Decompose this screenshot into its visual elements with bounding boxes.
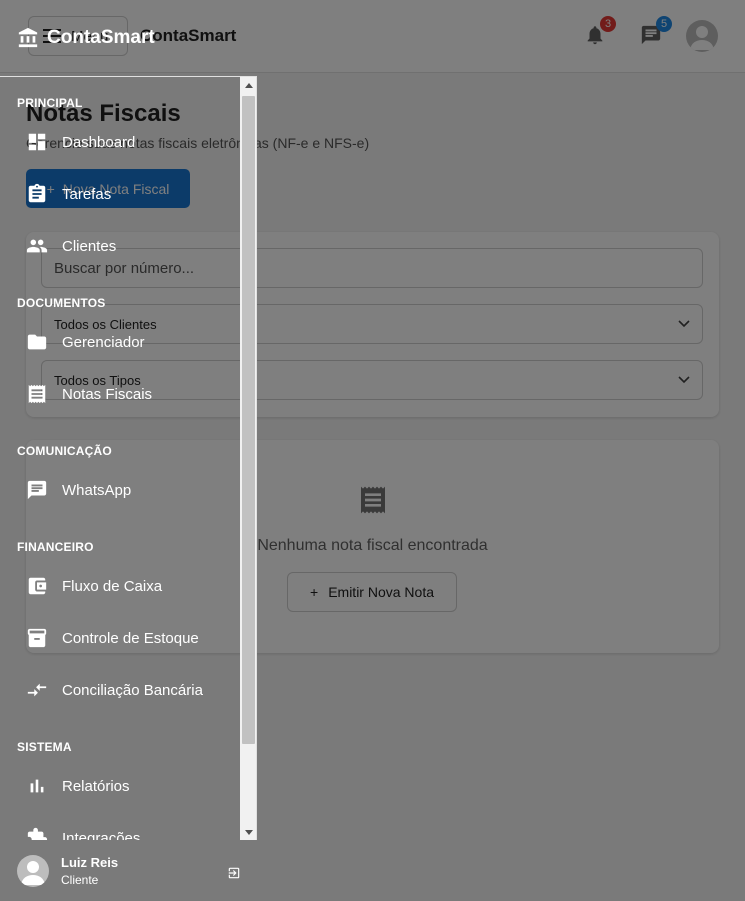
scroll-down-arrow[interactable] (240, 824, 256, 840)
sidebar-item-integracoes[interactable]: Integrações (0, 816, 240, 840)
sidebar-item-whatsapp[interactable]: WhatsApp (0, 468, 240, 512)
section-label-financeiro: FINANCEIRO (17, 540, 94, 554)
sidebar-item-label: Gerenciador (62, 333, 145, 351)
sidebar-item-label: Controle de Estoque (62, 629, 199, 647)
sidebar-item-label: WhatsApp (62, 481, 132, 499)
sidebar-item-label: Conciliação Bancária (62, 681, 203, 699)
caret-up-icon (244, 83, 253, 88)
section-label-principal: PRINCIPAL (17, 96, 83, 110)
section-label-documentos: DOCUMENTOS (17, 296, 106, 310)
sidebar-item-label: Dashboard (62, 133, 136, 151)
scroll-up-arrow[interactable] (240, 77, 256, 94)
scroll-thumb[interactable] (242, 96, 255, 744)
sidebar-item-relatorios[interactable]: Relatórios (0, 764, 240, 808)
receipt-icon (28, 384, 46, 404)
drawer-brand: ContaSmart (17, 27, 155, 49)
chat-icon (27, 480, 47, 500)
puzzle-icon (27, 827, 48, 840)
section-label-sistema: SISTEMA (17, 740, 72, 754)
inventory-icon (27, 628, 47, 648)
sidebar-item-clientes[interactable]: Clientes (0, 224, 240, 268)
footer-user-name: Luiz Reis (61, 854, 119, 870)
sidebar-item-conciliacao-bancaria[interactable]: Conciliação Bancária (0, 668, 240, 712)
dashboard-icon (28, 133, 46, 151)
footer-user-info: Luiz Reis Cliente (61, 855, 118, 887)
sidebar-item-notas-fiscais[interactable]: Notas Fiscais (0, 372, 240, 416)
person-icon (21, 860, 45, 885)
wallet-icon (28, 577, 47, 595)
clipboard-icon (28, 183, 46, 203)
sidebar-item-label: Relatórios (62, 777, 130, 795)
drawer-user-footer: Luiz Reis Cliente (0, 840, 257, 901)
sidebar-item-dashboard[interactable]: Dashboard (0, 120, 240, 164)
footer-avatar[interactable] (17, 854, 49, 887)
drawer-brand-title: ContaSmart (47, 27, 155, 48)
sidebar-item-label: Clientes (62, 237, 117, 255)
drawer-scroll-content: PRINCIPAL Dashboard Tarefas Clientes DOC… (0, 77, 240, 840)
drawer-scrollbar[interactable] (240, 77, 256, 840)
logout-icon[interactable] (227, 866, 241, 880)
caret-down-icon (244, 830, 253, 835)
sidebar-item-fluxo-de-caixa[interactable]: Fluxo de Caixa (0, 564, 240, 608)
sidebar-item-gerenciador[interactable]: Gerenciador (0, 320, 240, 364)
bar-chart-icon (30, 779, 44, 793)
navigation-drawer: PRINCIPAL Dashboard Tarefas Clientes DOC… (0, 76, 257, 840)
sidebar-item-label: Tarefas (62, 185, 112, 203)
folder-icon (27, 334, 47, 350)
section-label-comunicacao: COMUNICAÇÃO (17, 444, 112, 458)
sidebar-item-label: Notas Fiscais (62, 385, 153, 403)
sidebar-item-controle-de-estoque[interactable]: Controle de Estoque (0, 616, 240, 660)
sidebar-item-tarefas[interactable]: Tarefas (0, 172, 240, 216)
bank-icon (18, 27, 38, 48)
compare-arrows-icon (27, 683, 47, 697)
sidebar-item-label: Fluxo de Caixa (62, 577, 163, 595)
footer-user-role: Cliente (61, 872, 99, 887)
people-icon (26, 239, 48, 253)
sidebar-item-label: Integrações (62, 829, 141, 841)
